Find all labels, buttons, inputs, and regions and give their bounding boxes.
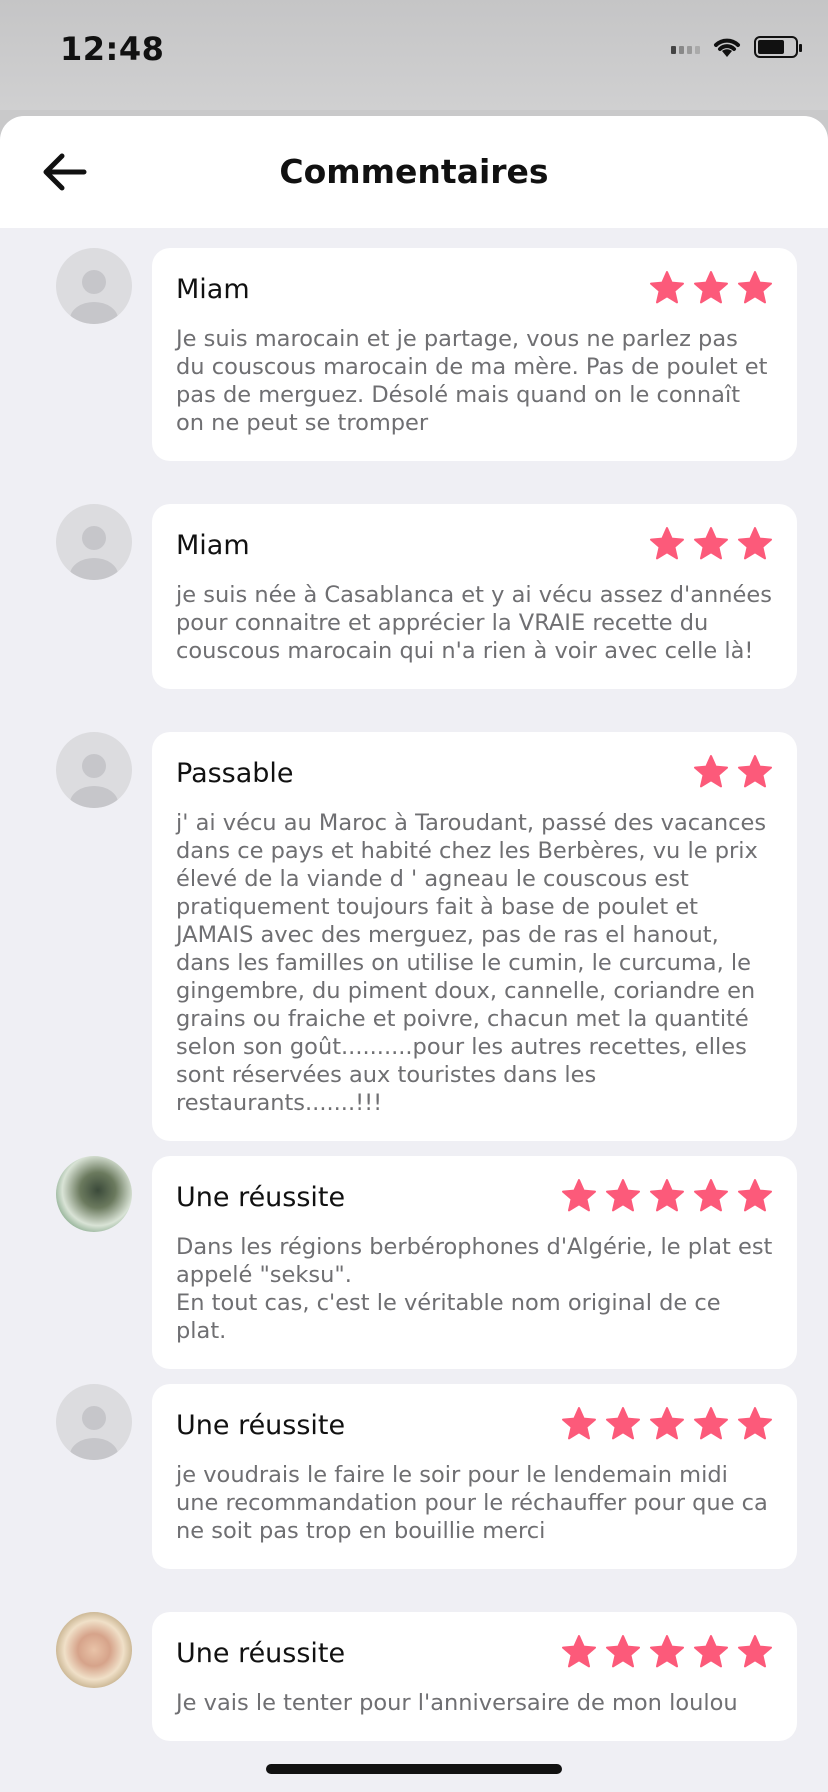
star-icon — [562, 1635, 596, 1668]
wifi-icon — [714, 38, 740, 57]
review-text: je suis née à Casablanca et y ai vécu as… — [176, 582, 772, 664]
review-card: Miam je suis née à Casablanca et y ai véc… — [152, 504, 797, 689]
page-title: Commentaires — [279, 152, 549, 191]
battery-icon — [754, 36, 802, 58]
avatar[interactable] — [56, 1156, 132, 1232]
review-card: Une réussite je voudrais le faire le soir… — [152, 1384, 797, 1569]
star-icon — [650, 271, 684, 304]
star-icon — [738, 755, 772, 788]
star-icon — [738, 1407, 772, 1440]
star-icon — [650, 1635, 684, 1668]
star-icon — [650, 1407, 684, 1440]
rating-stars — [693, 754, 773, 790]
review-text: Dans les régions berbérophones d'Algérie… — [176, 1234, 773, 1344]
star-icon — [738, 1635, 772, 1668]
star-icon — [738, 271, 772, 304]
star-icon — [650, 1179, 684, 1212]
avatar[interactable] — [56, 1384, 132, 1460]
review-text: j' ai vécu au Maroc à Taroudant, passé d… — [176, 810, 767, 1116]
star-icon — [606, 1635, 640, 1668]
avatar[interactable] — [56, 248, 132, 324]
review-text: Je vais le tenter pour l'anniversaire de… — [176, 1690, 738, 1716]
star-icon — [694, 271, 728, 304]
status-icons — [671, 36, 802, 58]
review-card: Une réussite Je vais le tenter pour l'ann… — [152, 1612, 797, 1741]
star-icon — [694, 1407, 728, 1440]
avatar[interactable] — [56, 732, 132, 808]
rating-stars — [649, 270, 773, 306]
status-bar: 12:48 — [0, 0, 828, 110]
review-text: Je suis marocain et je partage, vous ne … — [176, 326, 768, 436]
navigation-bar: Commentaires — [0, 116, 828, 228]
star-icon — [694, 1635, 728, 1668]
rating-stars — [561, 1634, 773, 1670]
star-icon — [650, 527, 684, 560]
star-icon — [694, 527, 728, 560]
star-icon — [562, 1179, 596, 1212]
cellular-signal-icon — [671, 40, 700, 54]
rating-stars — [561, 1178, 773, 1214]
rating-stars — [649, 526, 773, 562]
review-card: Une réussite Dans les régions berbérophon… — [152, 1156, 797, 1369]
rating-stars — [561, 1406, 773, 1442]
avatar[interactable] — [56, 504, 132, 580]
star-icon — [738, 1179, 772, 1212]
review-text: je voudrais le faire le soir pour le len… — [176, 1462, 768, 1544]
star-icon — [738, 527, 772, 560]
review-card: Miam Je suis marocain et je partage, vous… — [152, 248, 797, 461]
review-title: Passable — [176, 758, 294, 789]
home-indicator — [266, 1764, 562, 1774]
comments-sheet: Commentaires Miam Je suis marocain et je … — [0, 116, 828, 1792]
star-icon — [606, 1407, 640, 1440]
review-card: Passable j' ai vécu au Maroc à Taroudant,… — [152, 732, 797, 1141]
star-icon — [606, 1179, 640, 1212]
status-time: 12:48 — [60, 30, 165, 68]
star-icon — [562, 1407, 596, 1440]
star-icon — [694, 1179, 728, 1212]
star-icon — [694, 755, 728, 788]
avatar[interactable] — [56, 1612, 132, 1688]
